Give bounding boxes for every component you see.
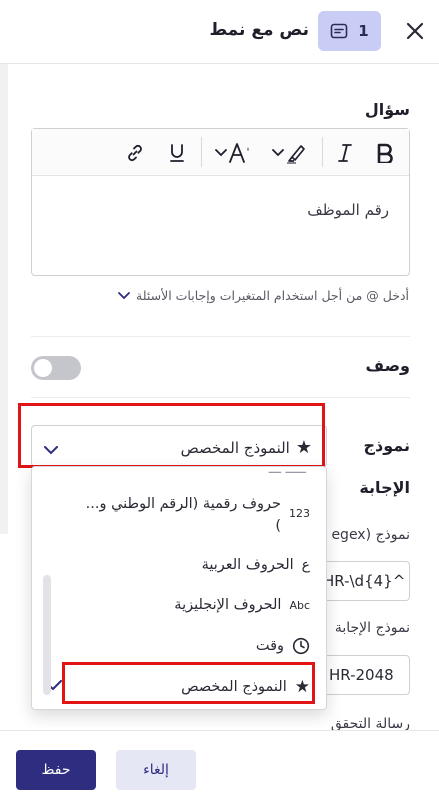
- cancel-button[interactable]: إلغاء: [116, 750, 196, 790]
- dropdown-item-time[interactable]: وقت: [256, 637, 310, 655]
- editor-toolbar: [32, 129, 409, 176]
- numbers-icon: 123: [289, 507, 310, 520]
- highlighter-icon: [287, 145, 305, 164]
- template-label: نموذج: [363, 436, 410, 455]
- highlight-annotation: [62, 662, 315, 704]
- dropdown-item-english[interactable]: Abc الحروف الإنجليزية: [174, 597, 310, 613]
- toolbar-separator: [322, 137, 323, 167]
- dialog-header: 1 نص مع نمط: [0, 0, 439, 64]
- question-label: سؤال: [364, 100, 410, 119]
- link-icon: [128, 144, 142, 162]
- highlight-annotation: [18, 403, 325, 468]
- text-color-icon: [229, 143, 249, 163]
- chevron-down-icon: [272, 149, 284, 157]
- question-editor[interactable]: رقم الموظف: [31, 128, 410, 276]
- editor-content[interactable]: رقم الموظف: [307, 201, 389, 219]
- dropdown-item-numeric[interactable]: 123 حروف رقمية (الرقم الوطني و... ): [86, 493, 310, 537]
- dropdown-item-label-line2: ): [275, 518, 281, 534]
- dropdown-scrollbar[interactable]: [43, 575, 51, 695]
- italic-icon: [338, 144, 352, 162]
- dropdown-item-label: الحروف الإنجليزية: [174, 597, 282, 613]
- dropdown-item-arabic[interactable]: ع الحروف العربية: [202, 557, 310, 573]
- underline-button[interactable]: [164, 139, 190, 167]
- description-toggle[interactable]: [31, 356, 81, 380]
- dropdown-item-label: حروف رقمية (الرقم الوطني و...: [85, 496, 281, 512]
- chevron-down-icon: [215, 149, 227, 157]
- arabic-letter-icon: ع: [301, 557, 310, 573]
- example-label: نموذج الإجابة: [334, 620, 410, 636]
- description-label: وصف: [365, 356, 410, 375]
- highlight-button[interactable]: [266, 139, 314, 167]
- panel-scrollbar[interactable]: [0, 64, 8, 534]
- underline-icon: [170, 144, 184, 162]
- badge-number: 1: [358, 22, 369, 40]
- dropdown-item-label: الحروف العربية: [201, 557, 294, 573]
- bold-button[interactable]: [372, 139, 398, 167]
- divider: [31, 336, 410, 337]
- dialog-title: نص مع نمط: [209, 20, 309, 40]
- regex-label: نموذج (egex: [331, 527, 410, 543]
- answer-label: الإجابة: [359, 478, 410, 497]
- dropdown-item-partial: ـــــ ـــ: [268, 466, 306, 477]
- regex-value: HR-\d{4}^: [323, 572, 406, 590]
- italic-button[interactable]: [332, 139, 358, 167]
- question-number-badge: 1: [318, 11, 381, 51]
- dropdown-item-label: وقت: [255, 638, 284, 654]
- link-button[interactable]: [122, 139, 148, 167]
- text-color-button[interactable]: [210, 139, 258, 167]
- close-icon: [406, 22, 424, 40]
- text-box-icon: [330, 23, 348, 39]
- bold-icon: [377, 143, 393, 163]
- chevron-down-icon: [118, 291, 130, 299]
- example-value: HR-2048: [329, 666, 394, 684]
- close-button[interactable]: [402, 18, 428, 44]
- toolbar-separator: [201, 137, 202, 167]
- save-button[interactable]: حفظ: [16, 750, 96, 790]
- divider: [31, 397, 410, 398]
- clock-icon: [292, 637, 310, 655]
- variables-hint[interactable]: أدخل @ من أجل استخدام المتغيرات وإجابات …: [118, 288, 409, 303]
- toggle-knob: [34, 359, 52, 377]
- hint-text: أدخل @ من أجل استخدام المتغيرات وإجابات …: [136, 288, 409, 303]
- abc-icon: Abc: [289, 598, 310, 612]
